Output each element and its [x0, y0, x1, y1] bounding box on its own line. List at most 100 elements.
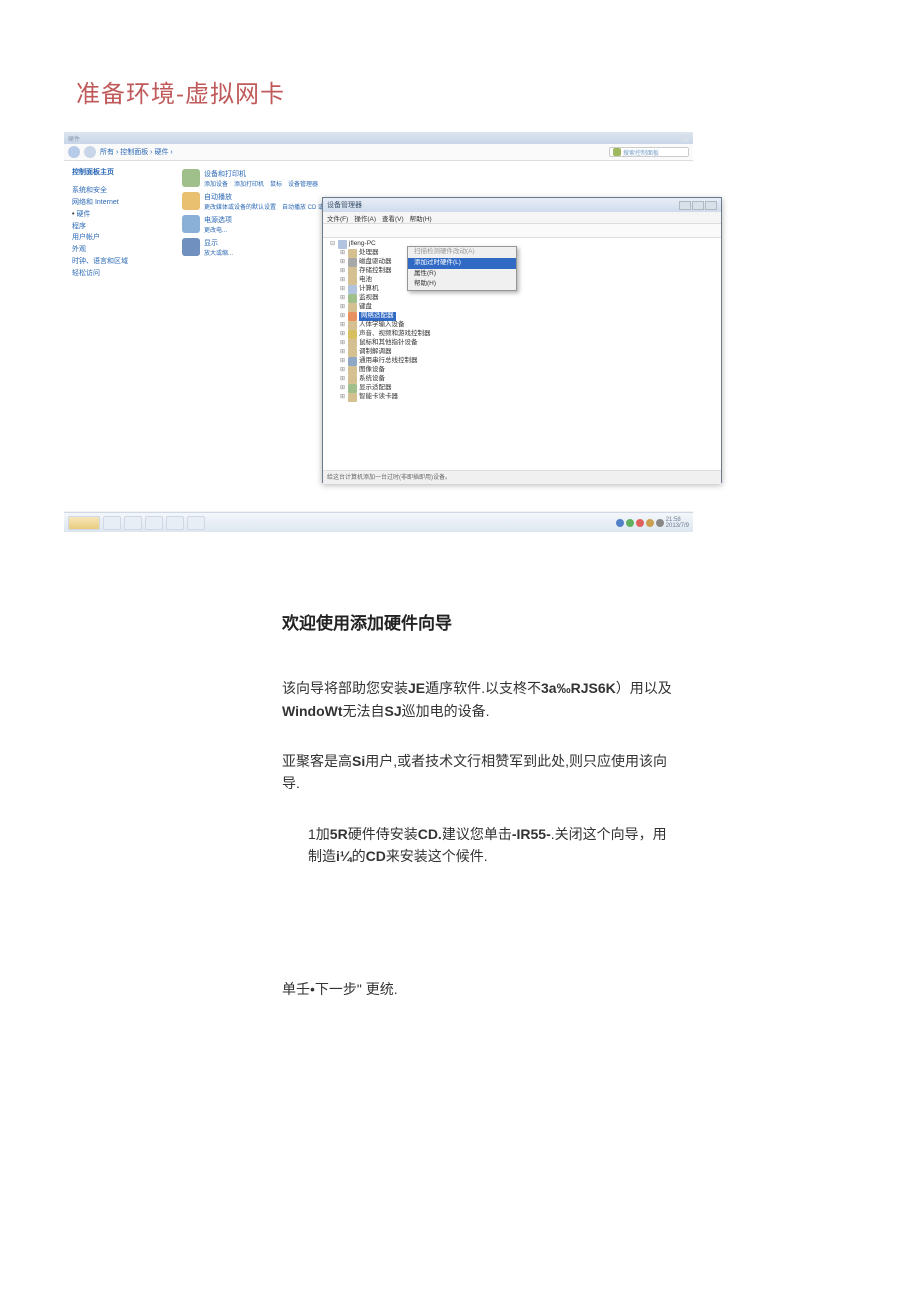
display-adapter-icon [348, 384, 357, 393]
sidebar-item-network[interactable]: 网络和 Internet [72, 197, 166, 209]
tree-node[interactable]: ⊞显示适配器 [339, 384, 721, 393]
mouse-icon [348, 339, 357, 348]
wizard-paragraph-2: 亚聚客是高Si用户,或者技术文行相赞军到此处,则只应使用该向导. [282, 750, 672, 795]
category-devices[interactable]: 设备和打印机添加设备 添加打印机 鼠标 设备管理器 [182, 169, 693, 188]
menu-file[interactable]: 文件(F) [327, 213, 348, 223]
autoplay-icon [182, 192, 200, 210]
storage-icon [348, 267, 357, 276]
main-pane: 设备和打印机添加设备 添加打印机 鼠标 设备管理器 自动播放更改媒体或设备的默认… [174, 161, 693, 511]
tree-node-network[interactable]: ⊞网络适配器 [339, 312, 721, 321]
tree-node[interactable]: ⊞人体学输入设备 [339, 321, 721, 330]
modem-icon [348, 348, 357, 357]
sound-icon [348, 330, 357, 339]
display-icon [182, 238, 200, 256]
tree-node[interactable]: ⊞鼠标和其他指针设备 [339, 339, 721, 348]
context-menu: 扫描检测硬件改动(A) 添加过时硬件(L) 属性(R) 帮助(H) [407, 246, 517, 291]
tree-node[interactable]: ⊞图像设备 [339, 366, 721, 375]
keyboard-icon [348, 303, 357, 312]
ctx-properties[interactable]: 属性(R) [408, 269, 516, 280]
category-devices-sub: 添加设备 添加打印机 鼠标 设备管理器 [204, 179, 318, 188]
network-icon [348, 312, 357, 321]
tray-icon[interactable] [646, 519, 654, 527]
disk-icon [348, 258, 357, 267]
sidebar-item-hardware[interactable]: •硬件 [72, 209, 166, 221]
tree-node[interactable]: ⊞磁盘驱动器 [339, 258, 721, 267]
tray-date: 2013/7/9 [666, 523, 689, 529]
tree-node[interactable]: ⊞计算机 [339, 285, 721, 294]
window-titlebar: 硬件 [64, 132, 693, 144]
tree-node[interactable]: ⊞调制解调器 [339, 348, 721, 357]
search-icon [613, 148, 621, 156]
dm-titlebar: 设备管理器 [323, 198, 721, 212]
address-bar: 所有 › 控制面板 › 硬件 › 搜索控制面板 [64, 144, 693, 161]
close-icon[interactable] [705, 201, 717, 210]
tray-icon[interactable] [656, 519, 664, 527]
sidebar-home[interactable]: 控制面板主页 [72, 167, 166, 179]
smartcard-icon [348, 393, 357, 402]
search-placeholder: 搜索控制面板 [623, 148, 659, 157]
maximize-icon[interactable] [692, 201, 704, 210]
start-button[interactable] [68, 516, 100, 530]
category-devices-head: 设备和打印机 [204, 169, 318, 179]
tree-node[interactable]: ⊞系统设备 [339, 375, 721, 384]
category-power-sub: 更改电... [204, 225, 232, 234]
ctx-scan[interactable]: 扫描检测硬件改动(A) [408, 247, 516, 258]
tree-node[interactable]: ⊞存储控制器 [339, 267, 721, 276]
taskbar-button[interactable] [166, 516, 184, 530]
screenshot-region: 硬件 所有 › 控制面板 › 硬件 › 搜索控制面板 控制面板主页 系统和安全 … [64, 132, 693, 532]
menu-help[interactable]: 帮助(H) [410, 213, 432, 223]
dm-title-text: 设备管理器 [327, 200, 362, 210]
tray-icon[interactable] [636, 519, 644, 527]
close-icon[interactable] [681, 134, 689, 142]
tree-node[interactable]: ⊞电池 [339, 276, 721, 285]
battery-icon [348, 276, 357, 285]
tree-root[interactable]: ⊟jfleng-PC [329, 240, 721, 249]
usb-icon [348, 357, 357, 366]
taskbar-button[interactable] [124, 516, 142, 530]
tree-node[interactable]: ⊞声音、视频和游戏控制器 [339, 330, 721, 339]
wizard-paragraph-1: 该向导将部助您安装JE遁序软件.以支柊不3a‰RJS6K）用以及 WindoWt… [282, 677, 672, 722]
category-display-sub: 放大或缩... [204, 248, 233, 257]
sidebar-item-clock[interactable]: 时钟、语言和区域 [72, 256, 166, 268]
page-title: 准备环境-虚拟网卡 [76, 74, 285, 109]
system-tray: 21:58 2013/7/9 [616, 517, 689, 529]
system-icon [348, 375, 357, 384]
sidebar-item-ease[interactable]: 轻松访问 [72, 268, 166, 280]
taskbar-button[interactable] [103, 516, 121, 530]
ctx-help[interactable]: 帮助(H) [408, 279, 516, 290]
tree-node[interactable]: ⊞键盘 [339, 303, 721, 312]
menu-action[interactable]: 操作(A) [354, 213, 376, 223]
nav-back-icon[interactable] [68, 146, 80, 158]
window-title-text: 硬件 [68, 134, 80, 143]
tree-node[interactable]: ⊞智能卡读卡器 [339, 393, 721, 402]
dm-menubar: 文件(F) 操作(A) 查看(V) 帮助(H) [323, 212, 721, 224]
sidebar-item-appearance[interactable]: 外观 [72, 244, 166, 256]
power-icon [182, 215, 200, 233]
wizard-heading: 欢迎使用添加硬件向导 [282, 610, 672, 637]
sidebar-item-system[interactable]: 系统和安全 [72, 185, 166, 197]
search-input[interactable]: 搜索控制面板 [609, 147, 689, 157]
category-display-head: 显示 [204, 238, 233, 248]
dm-toolbar [323, 224, 721, 238]
minimize-icon[interactable] [679, 201, 691, 210]
taskbar-button[interactable] [145, 516, 163, 530]
computer-icon [348, 285, 357, 294]
breadcrumb[interactable]: 所有 › 控制面板 › 硬件 › [100, 147, 173, 157]
tree-node[interactable]: ⊞处理器 [339, 249, 721, 258]
sidebar-item-users[interactable]: 用户帐户 [72, 232, 166, 244]
taskbar-button[interactable] [187, 516, 205, 530]
image-icon [348, 366, 357, 375]
nav-forward-icon[interactable] [84, 146, 96, 158]
menu-view[interactable]: 查看(V) [382, 213, 404, 223]
monitor-icon [348, 294, 357, 303]
ctx-add-legacy[interactable]: 添加过时硬件(L) [408, 258, 516, 269]
device-manager-window: 设备管理器 文件(F) 操作(A) 查看(V) 帮助(H) ⊟jfleng-PC… [322, 197, 722, 483]
wizard-text: 欢迎使用添加硬件向导 该向导将部助您安装JE遁序软件.以支柊不3a‰RJS6K）… [282, 610, 672, 1028]
sidebar-item-programs[interactable]: 程序 [72, 221, 166, 233]
taskbar: 21:58 2013/7/9 [64, 512, 693, 532]
tree-node[interactable]: ⊞通用串行总线控制器 [339, 357, 721, 366]
tree-node[interactable]: ⊞监视器 [339, 294, 721, 303]
tray-icon[interactable] [626, 519, 634, 527]
wizard-paragraph-3: 1加5R硬件侍安装CD.建议您单击-IR55-.关闭这个向导，用制造i¼的CD来… [282, 823, 672, 868]
tray-icon[interactable] [616, 519, 624, 527]
